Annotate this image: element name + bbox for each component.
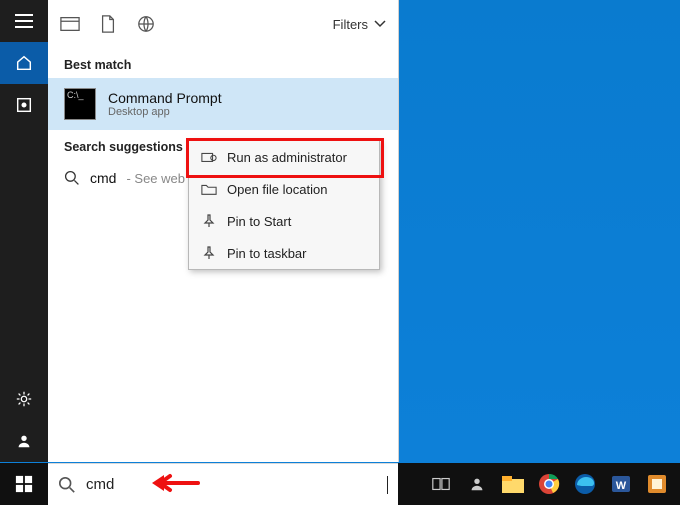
ctx-run-as-admin-label: Run as administrator xyxy=(227,150,347,165)
desktop-background xyxy=(398,0,680,463)
app-icon[interactable] xyxy=(640,467,674,501)
taskbar-search[interactable] xyxy=(48,463,398,505)
task-view-button[interactable] xyxy=(424,467,458,501)
people-button[interactable] xyxy=(460,467,494,501)
ctx-run-as-admin[interactable]: Run as administrator xyxy=(189,141,379,173)
best-match-title: Command Prompt xyxy=(108,90,222,106)
ctx-pin-to-start[interactable]: Pin to Start xyxy=(189,205,379,237)
pin-icon xyxy=(201,245,217,261)
apps-scope-icon[interactable] xyxy=(60,14,80,34)
panel-top-row: Filters xyxy=(48,0,398,48)
best-match-result[interactable]: C:\_ Command Prompt Desktop app xyxy=(48,78,398,130)
panel-button[interactable] xyxy=(0,84,48,126)
user-button[interactable] xyxy=(0,420,48,462)
text-caret xyxy=(387,476,388,494)
filters-label: Filters xyxy=(333,17,368,32)
best-match-label: Best match xyxy=(48,48,398,78)
folder-icon xyxy=(201,181,217,197)
search-sidebar xyxy=(0,0,48,462)
start-button[interactable] xyxy=(0,463,48,505)
settings-button[interactable] xyxy=(0,378,48,420)
documents-scope-icon[interactable] xyxy=(98,14,118,34)
ctx-pin-to-taskbar-label: Pin to taskbar xyxy=(227,246,307,261)
web-scope-icon[interactable] xyxy=(136,14,156,34)
best-match-subtitle: Desktop app xyxy=(108,106,222,118)
admin-icon xyxy=(201,149,217,165)
svg-text:W: W xyxy=(616,480,627,492)
command-prompt-icon: C:\_ xyxy=(64,88,96,120)
chrome-icon[interactable] xyxy=(532,467,566,501)
search-input[interactable] xyxy=(84,475,385,494)
search-icon xyxy=(64,170,80,186)
context-menu: Run as administrator Open file location … xyxy=(188,140,380,270)
pin-icon xyxy=(201,213,217,229)
search-icon xyxy=(58,476,76,494)
menu-button[interactable] xyxy=(0,0,48,42)
home-button[interactable] xyxy=(0,42,48,84)
filters-dropdown[interactable]: Filters xyxy=(333,17,386,32)
chevron-down-icon xyxy=(374,20,386,28)
edge-icon[interactable] xyxy=(568,467,602,501)
file-explorer-icon[interactable] xyxy=(496,467,530,501)
taskbar: W xyxy=(0,463,680,505)
ctx-pin-to-start-label: Pin to Start xyxy=(227,214,291,229)
suggestion-query: cmd xyxy=(90,170,116,186)
ctx-pin-to-taskbar[interactable]: Pin to taskbar xyxy=(189,237,379,269)
ctx-open-file-location-label: Open file location xyxy=(227,182,327,197)
word-icon[interactable]: W xyxy=(604,467,638,501)
taskbar-tray: W xyxy=(418,463,680,505)
ctx-open-file-location[interactable]: Open file location xyxy=(189,173,379,205)
